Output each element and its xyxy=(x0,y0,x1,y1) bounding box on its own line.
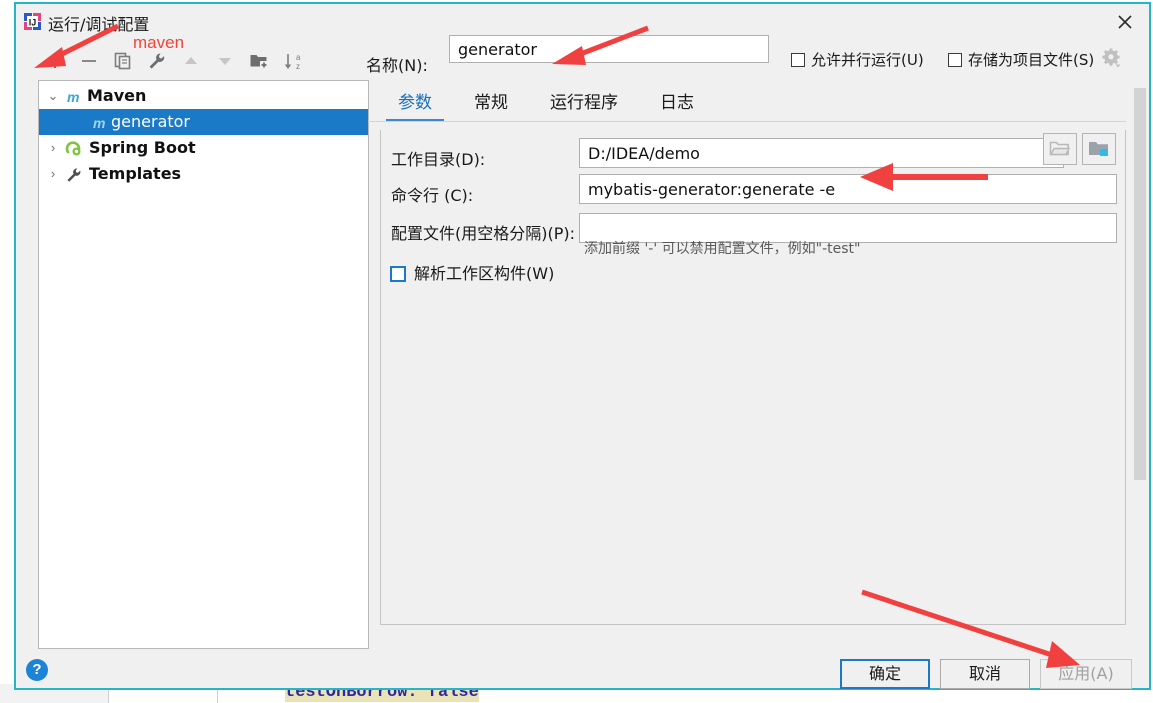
allow-parallel-run-checkbox[interactable]: 允许并行运行(U) xyxy=(791,49,924,70)
tree-item-spring-boot[interactable]: › Spring Boot xyxy=(39,135,368,161)
store-as-project-file-label: 存储为项目文件(S) xyxy=(968,51,1095,69)
tab-logs[interactable]: 日志 xyxy=(648,86,706,122)
apply-button: 应用(A) xyxy=(1040,659,1132,689)
tab-runner[interactable]: 运行程序 xyxy=(538,86,630,122)
working-dir-label: 工作目录(D): xyxy=(391,150,486,169)
svg-text:a: a xyxy=(296,53,301,62)
chevron-down-icon[interactable]: ⌄ xyxy=(45,83,61,109)
annotation-maven-label: maven xyxy=(133,33,185,52)
dialog-title: 运行/调试配置 xyxy=(48,15,150,34)
name-label: 名称(N): xyxy=(366,56,428,75)
profiles-label: 配置文件(用空格分隔)(P): xyxy=(391,224,576,243)
allow-parallel-run-label: 允许并行运行(U) xyxy=(811,51,924,69)
svg-text:m: m xyxy=(67,89,79,105)
move-down-button[interactable] xyxy=(210,46,240,76)
intellij-idea-icon: IJ xyxy=(24,13,41,30)
configurations-toolbar: a z xyxy=(30,46,360,78)
chevron-right-icon[interactable]: › xyxy=(45,135,61,161)
tree-item-templates[interactable]: › Templates xyxy=(39,161,368,187)
help-icon[interactable]: ? xyxy=(26,659,48,681)
tree-item-label: generator xyxy=(111,112,191,131)
tree-item-label: Templates xyxy=(89,164,182,183)
configuration-tabs: 参数 常规 运行程序 日志 xyxy=(368,86,1113,122)
tabs-divider xyxy=(368,121,1126,122)
resolve-workspace-artifacts-checkbox[interactable]: 解析工作区构件(W) xyxy=(390,260,554,284)
tab-general[interactable]: 常规 xyxy=(462,86,520,122)
resolve-workspace-artifacts-label: 解析工作区构件(W) xyxy=(414,264,555,283)
tree-item-maven[interactable]: ⌄ m Maven xyxy=(39,83,368,109)
chevron-right-icon[interactable]: › xyxy=(45,161,61,187)
svg-text:m: m xyxy=(93,115,105,131)
close-icon[interactable] xyxy=(1101,4,1149,38)
tree-item-label: Spring Boot xyxy=(89,138,196,157)
remove-configuration-button[interactable] xyxy=(74,46,104,76)
vertical-scrollbar-thumb[interactable] xyxy=(1134,88,1146,480)
select-module-button[interactable] xyxy=(1082,133,1116,165)
run-debug-configurations-dialog: IJ 运行/调试配置 a z maven ⌄ m Maven m generat… xyxy=(14,2,1151,690)
parameters-tab-panel: 工作目录(D): 命令行 (C): 配置文件(用空格分隔)(P): xyxy=(380,130,1126,625)
name-input[interactable] xyxy=(449,35,769,63)
new-folder-button[interactable] xyxy=(244,46,274,76)
checkbox-box[interactable] xyxy=(948,53,962,67)
ok-button[interactable]: 确定 xyxy=(840,659,930,689)
command-line-label: 命令行 (C): xyxy=(391,186,474,205)
checkbox-box[interactable] xyxy=(791,53,805,67)
profiles-hint: 添加前缀 '-' 可以禁用配置文件，例如"-test" xyxy=(584,241,861,257)
store-as-project-file-checkbox[interactable]: 存储为项目文件(S) xyxy=(948,49,1094,70)
tab-parameters[interactable]: 参数 xyxy=(386,86,444,122)
svg-text:z: z xyxy=(296,62,300,71)
wrench-icon xyxy=(65,166,83,192)
browse-folder-button[interactable] xyxy=(1043,133,1077,165)
sort-alphabetically-button[interactable]: a z xyxy=(278,46,308,76)
gear-dropdown-icon[interactable] xyxy=(1099,46,1125,72)
working-dir-input[interactable] xyxy=(579,138,1064,168)
tree-item-label: Maven xyxy=(87,86,147,105)
svg-text:IJ: IJ xyxy=(29,18,37,28)
cancel-button[interactable]: 取消 xyxy=(940,659,1030,689)
command-line-input[interactable] xyxy=(579,174,1117,204)
configurations-tree[interactable]: ⌄ m Maven m generator › Spring Boot › Te… xyxy=(38,80,369,649)
checkbox-box[interactable] xyxy=(390,266,406,282)
tree-item-generator[interactable]: m generator xyxy=(39,109,368,135)
add-configuration-button[interactable] xyxy=(40,46,70,76)
